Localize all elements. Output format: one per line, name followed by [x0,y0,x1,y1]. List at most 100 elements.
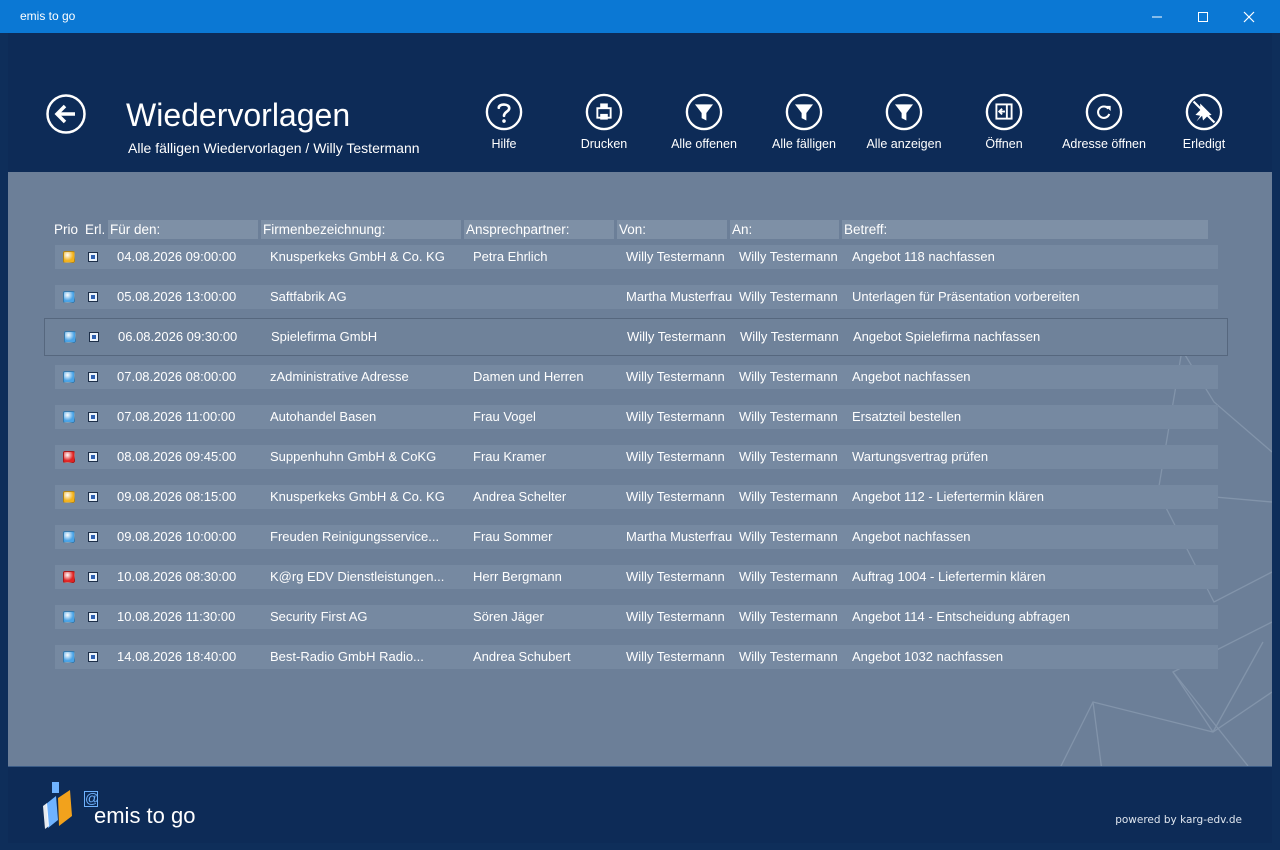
to-cell: Willy Testermann [739,249,838,264]
help-label: Hilfe [491,137,517,151]
subject-cell: Wartungsvertrag prüfen [852,449,989,464]
table-row[interactable]: 07.08.2026 08:00:00 zAdministrative Adres… [55,365,1218,389]
from-cell: Willy Testermann [626,369,725,384]
priority-indicator [63,651,75,663]
maximize-button[interactable] [1180,0,1226,33]
from-cell: Willy Testermann [626,489,725,504]
title-bar[interactable]: emis to go [0,0,1280,33]
company-cell: K@rg EDV Dienstleistungen... [270,569,445,584]
subject-cell: Unterlagen für Präsentation vorbereiten [852,289,1080,304]
column-header-prio[interactable]: Prio [52,220,82,239]
priority-indicator [63,491,75,503]
back-button[interactable] [46,94,86,134]
column-header-from[interactable]: Von: [617,220,727,239]
to-cell: Willy Testermann [739,649,838,664]
to-cell: Willy Testermann [740,329,839,344]
close-icon [1243,11,1255,22]
priority-indicator [63,291,75,303]
contact-cell: Herr Bergmann [473,569,562,584]
minimize-button[interactable] [1134,0,1180,33]
priority-indicator [63,571,75,583]
open-button[interactable]: Öffnen [952,93,1056,159]
close-button[interactable] [1226,0,1272,33]
table-row[interactable]: 09.08.2026 10:00:00 Freuden Reinigungsser… [55,525,1218,549]
done-label: Erledigt [1182,137,1226,151]
table-row[interactable]: 06.08.2026 09:30:00 Spielefirma GmbH Willy… [44,318,1228,356]
print-label: Drucken [580,137,628,151]
from-cell: Martha Musterfrau [626,529,733,544]
date-cell: 10.08.2026 11:30:00 [117,609,236,624]
column-header-to[interactable]: An: [730,220,839,239]
filter-open-button[interactable]: Alle offenen [652,93,756,159]
open-address-button[interactable]: Adresse öffnen [1052,93,1156,159]
powered-by-text: powered by karg-edv.de [1115,814,1242,826]
done-checkbox[interactable] [88,492,98,502]
priority-indicator [63,451,75,463]
to-cell: Willy Testermann [739,609,838,624]
logo-icon [43,782,72,829]
header: Wiedervorlagen Alle fälligen Wiedervorla… [8,33,1272,172]
window-title: emis to go [20,9,76,23]
company-cell: Freuden Reinigungsservice... [270,529,440,544]
date-cell: 05.08.2026 13:00:00 [117,289,237,304]
done-checkbox[interactable] [88,532,98,542]
footer: @ emis to go powered by karg-edv.de [8,766,1272,843]
done-checkbox[interactable] [88,412,98,422]
table-row[interactable]: 14.08.2026 18:40:00 Best-Radio GmbH Radio… [55,645,1218,669]
list-area: Prio Erl. Für den: Firmenbezeichnung: An… [8,172,1272,766]
column-header-company[interactable]: Firmenbezeichnung: [261,220,461,239]
contact-cell: Petra Ehrlich [473,249,548,264]
from-cell: Willy Testermann [627,329,726,344]
done-checkbox[interactable] [89,332,99,342]
column-header-done[interactable]: Erl. [83,220,107,239]
column-header-subject[interactable]: Betreff: [842,220,1208,239]
table-row[interactable]: 10.08.2026 11:30:00 Security First AG Söre… [55,605,1218,629]
contact-cell: Damen und Herren [473,369,584,384]
contact-cell: Frau Sommer [473,529,553,544]
filter-icon [685,93,723,131]
table-row[interactable]: 10.08.2026 08:30:00 K@rg EDV Dienstleistu… [55,565,1218,589]
table-row[interactable]: 07.08.2026 11:00:00 Autohandel Basen Frau … [55,405,1218,429]
date-cell: 09.08.2026 08:15:00 [117,489,237,504]
app-window: emis to go Wiedervorlagen Alle fälligen … [0,0,1280,850]
filter-icon [885,93,923,131]
from-cell: Willy Testermann [626,609,725,624]
subject-cell: Angebot 114 - Entscheidung abfragen [852,609,1071,624]
table-row[interactable]: 08.08.2026 09:45:00 Suppenhuhn GmbH & CoK… [55,445,1218,469]
done-checkbox[interactable] [88,612,98,622]
column-header-contact[interactable]: Ansprechpartner: [464,220,614,239]
filter-icon [785,93,823,131]
table-row[interactable]: 09.08.2026 08:15:00 Knusperkeks GmbH & Co… [55,485,1218,509]
help-icon [485,93,523,131]
done-checkbox[interactable] [88,292,98,302]
priority-indicator [63,611,75,623]
done-checkbox[interactable] [88,372,98,382]
done-checkbox[interactable] [88,452,98,462]
done-button[interactable]: Erledigt [1152,93,1256,159]
open-label: Öffnen [985,137,1023,151]
subject-cell: Angebot 1032 nachfassen [852,649,1004,664]
app-area: Wiedervorlagen Alle fälligen Wiedervorla… [8,33,1272,843]
to-cell: Willy Testermann [739,569,838,584]
table-row[interactable]: 04.08.2026 09:00:00 Knusperkeks GmbH & Co… [55,245,1218,269]
column-header-date[interactable]: Für den: [108,220,258,239]
filter-due-button[interactable]: Alle fälligen [752,93,856,159]
to-cell: Willy Testermann [739,409,838,424]
from-cell: Willy Testermann [626,409,725,424]
from-cell: Willy Testermann [626,449,725,464]
done-checkbox[interactable] [88,252,98,262]
table-row[interactable]: 05.08.2026 13:00:00 Saftfabrik AG Martha M… [55,285,1218,309]
date-cell: 09.08.2026 10:00:00 [117,529,237,544]
subject-cell: Angebot 118 nachfassen [852,249,995,264]
filter-all-label: Alle anzeigen [866,137,942,151]
contact-cell: Frau Kramer [473,449,546,464]
filter-all-button[interactable]: Alle anzeigen [852,93,956,159]
date-cell: 10.08.2026 08:30:00 [117,569,237,584]
done-checkbox[interactable] [88,652,98,662]
priority-indicator [64,331,76,343]
from-cell: Willy Testermann [626,649,725,664]
priority-indicator [63,251,75,263]
done-checkbox[interactable] [88,572,98,582]
print-button[interactable]: Drucken [552,93,656,159]
help-button[interactable]: Hilfe [452,93,556,159]
